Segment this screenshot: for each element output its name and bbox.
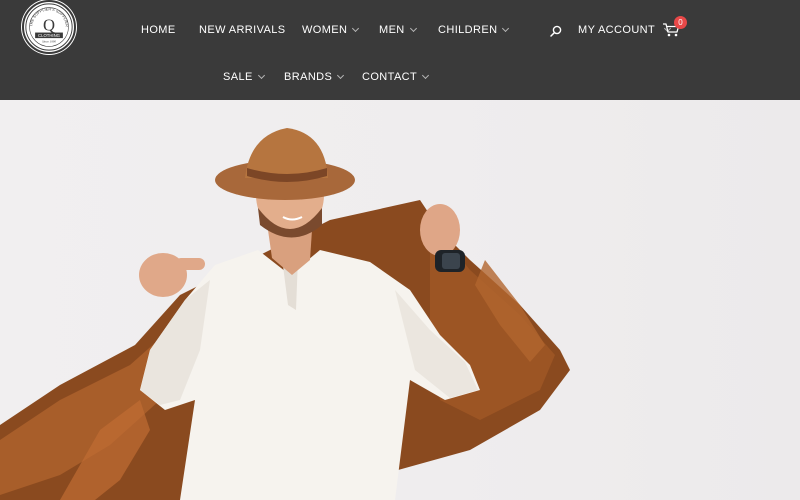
svg-text:CLOTHING: CLOTHING	[38, 33, 60, 38]
nav-women[interactable]: WOMEN	[302, 24, 360, 36]
nav-brands-label: BRANDS	[284, 71, 333, 83]
nav-new-arrivals[interactable]: NEW ARRIVALS	[199, 24, 286, 36]
chevron-down-icon	[257, 71, 265, 80]
chevron-down-icon	[352, 24, 360, 33]
svg-text:Since 1990: Since 1990	[42, 40, 56, 44]
hero-banner[interactable]	[0, 100, 800, 500]
site-header: THE SUPPLIER'S SUPPLIER Q CLOTHING Since…	[0, 0, 800, 100]
my-account-menu[interactable]: MY ACCOUNT	[578, 24, 672, 36]
logo-emblem: THE SUPPLIER'S SUPPLIER Q CLOTHING Since…	[25, 3, 73, 51]
chevron-down-icon	[422, 71, 430, 80]
nav-contact-label: CONTACT	[362, 71, 418, 83]
nav-sale-label: SALE	[223, 71, 253, 83]
nav-brands[interactable]: BRANDS	[284, 71, 345, 83]
chevron-down-icon	[409, 24, 417, 33]
nav-children-label: CHILDREN	[438, 24, 498, 36]
nav-new-arrivals-label: NEW ARRIVALS	[199, 24, 286, 36]
nav-home-label: HOME	[141, 24, 176, 36]
hero-image	[0, 128, 570, 500]
cart-count-badge: 0	[674, 16, 687, 29]
svg-text:Q: Q	[43, 16, 55, 35]
my-account-label: MY ACCOUNT	[578, 24, 656, 36]
nav-contact[interactable]: CONTACT	[362, 71, 430, 83]
chevron-down-icon	[337, 71, 345, 80]
nav-home[interactable]: HOME	[141, 24, 176, 36]
nav-men-label: MEN	[379, 24, 405, 36]
search-icon[interactable]	[549, 24, 563, 38]
nav-children[interactable]: CHILDREN	[438, 24, 510, 36]
chevron-down-icon	[502, 24, 510, 33]
nav-sale[interactable]: SALE	[223, 71, 265, 83]
nav-men[interactable]: MEN	[379, 24, 417, 36]
nav-women-label: WOMEN	[302, 24, 348, 36]
brand-logo[interactable]: THE SUPPLIER'S SUPPLIER Q CLOTHING Since…	[22, 0, 76, 54]
